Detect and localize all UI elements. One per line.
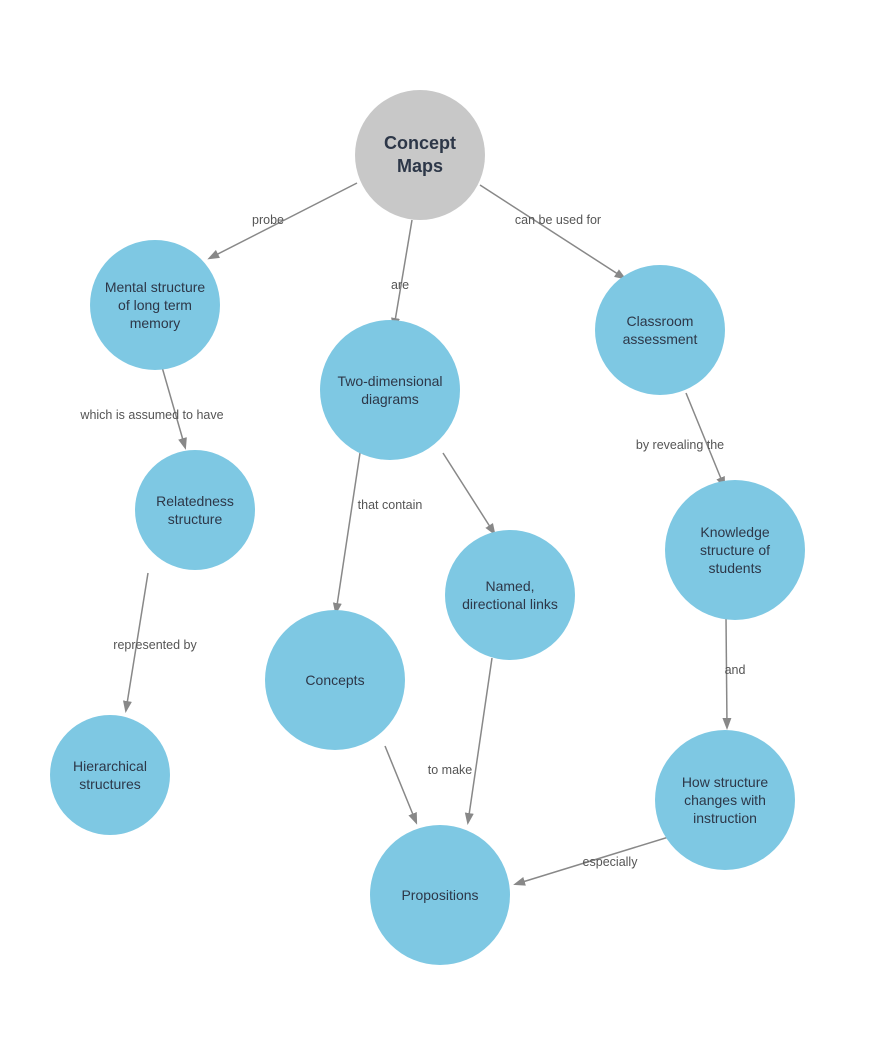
label-probe: probe [252, 213, 284, 227]
label-to-make: to make [428, 763, 472, 777]
label-are: are [391, 278, 409, 292]
label-and: and [725, 663, 746, 677]
label-represented-by: represented by [113, 638, 196, 652]
node-root: Concept Maps [355, 90, 485, 220]
label-especially: especially [583, 855, 638, 869]
node-twodim: Two-dimensional diagrams [320, 320, 460, 460]
node-named: Named, directional links [445, 530, 575, 660]
label-by-revealing: by revealing the [636, 438, 724, 452]
node-propositions: Propositions [370, 825, 510, 965]
label-which-assumed: which is assumed to have [80, 408, 223, 422]
node-hierarchical: Hierarchical structures [50, 715, 170, 835]
label-that-contain: that contain [358, 498, 423, 512]
node-howstructure: How structure changes with instruction [655, 730, 795, 870]
node-classroom: Classroom assessment [595, 265, 725, 395]
concept-map-diagram: probe are can be used for which is assum… [0, 0, 880, 1040]
node-mental: Mental structure of long term memory [90, 240, 220, 370]
node-concepts: Concepts [265, 610, 405, 750]
node-relatedness: Relatedness structure [135, 450, 255, 570]
node-knowledge: Knowledge structure of students [665, 480, 805, 620]
label-can-be-used: can be used for [515, 213, 601, 227]
